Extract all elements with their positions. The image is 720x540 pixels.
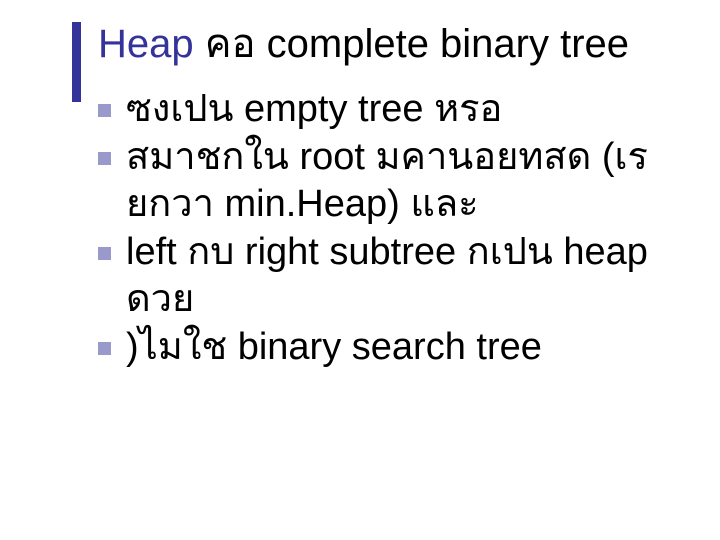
title-highlight: Heap	[98, 22, 194, 66]
title-rest: คอ complete binary tree	[194, 22, 629, 66]
slide-title: Heap คอ complete binary tree	[98, 20, 680, 68]
bullet-text: left กบ right subtree กเปน heap ดวย	[126, 231, 648, 321]
slide: Heap คอ complete binary tree ซงเปน empty…	[0, 0, 720, 540]
title-accent-bar	[72, 22, 81, 102]
list-item: left กบ right subtree กเปน heap ดวย	[98, 229, 680, 324]
bullet-list: ซงเปน empty tree หรอ สมาชกใน root มคานอย…	[98, 86, 680, 371]
list-item: ซงเปน empty tree หรอ	[98, 86, 680, 134]
bullet-text: )ไมใช binary search tree	[126, 326, 542, 368]
list-item: )ไมใช binary search tree	[98, 324, 680, 372]
list-item: สมาชกใน root มคานอยทสด (เรยกวา min.Heap)…	[98, 134, 680, 229]
bullet-text: สมาชกใน root มคานอยทสด (เรยกวา min.Heap)…	[126, 136, 648, 226]
bullet-text: ซงเปน empty tree หรอ	[126, 88, 502, 130]
